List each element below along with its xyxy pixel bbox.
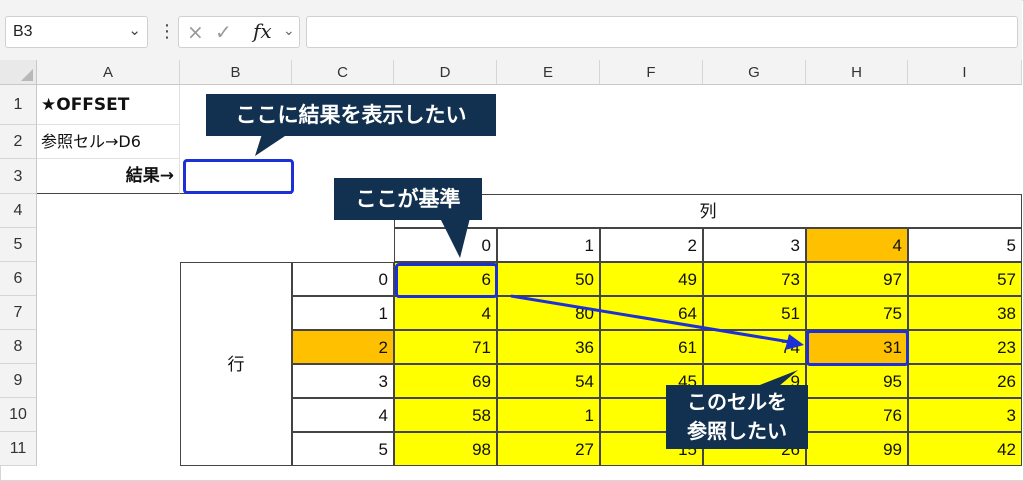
base-callout-tail <box>440 218 470 258</box>
target-callout-line2: 参照したい <box>687 419 787 443</box>
target-callout-line1: このセルを <box>687 390 787 414</box>
result-callout-tail <box>255 134 288 156</box>
result-cell-highlight <box>183 159 294 194</box>
result-callout: ここに結果を表示したい <box>206 94 496 136</box>
target-cell-highlight <box>806 330 909 366</box>
annotation-overlay <box>255 134 804 392</box>
target-callout: このセルを 参照したい <box>666 385 808 449</box>
arrow-head-icon <box>785 334 804 350</box>
base-cell-highlight <box>395 263 498 298</box>
reference-arrow <box>510 294 791 344</box>
base-callout: ここが基準 <box>334 178 482 220</box>
